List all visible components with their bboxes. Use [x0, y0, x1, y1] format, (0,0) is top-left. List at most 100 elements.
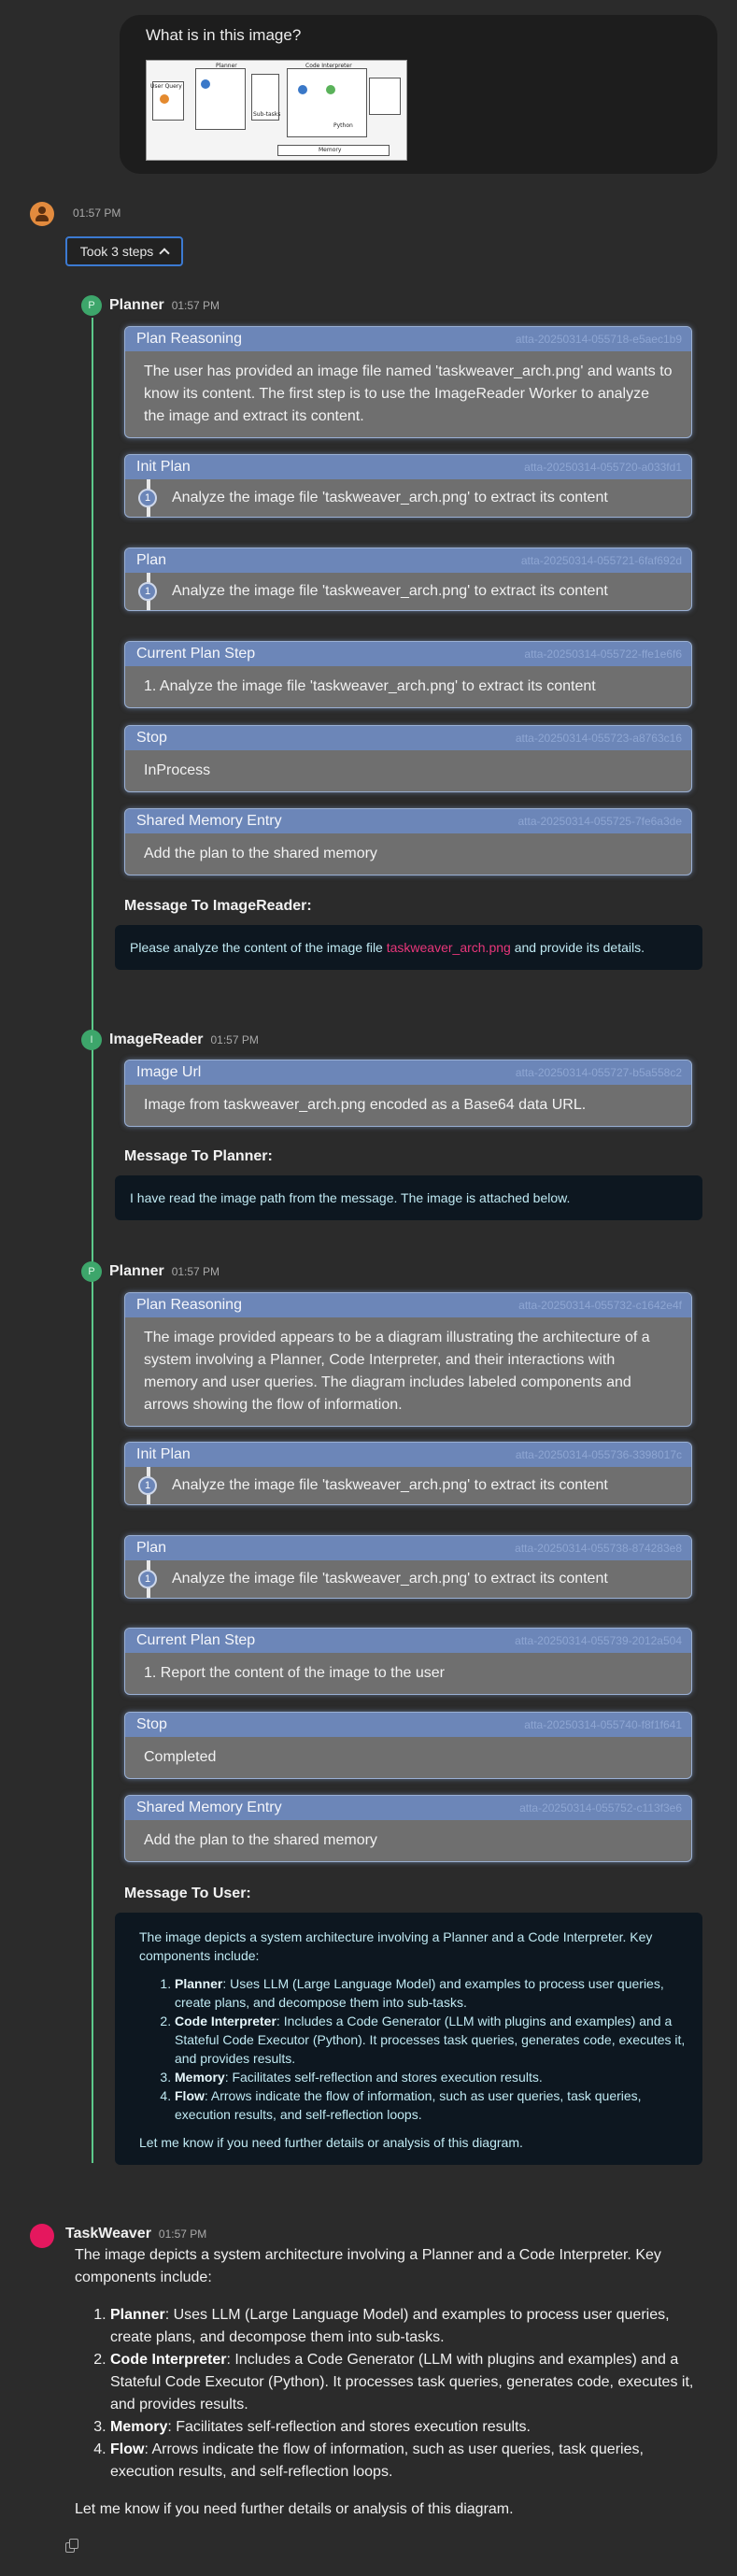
plan-step-text: Analyze the image file 'taskweaver_arch.…	[172, 583, 608, 599]
list-item: Planner: Uses LLM (Large Language Model)…	[175, 1974, 687, 2012]
card-id: atta-20250314-055725-7fe6a3de	[517, 815, 683, 828]
card-shared-memory: Shared Memory Entry atta-20250314-055752-…	[124, 1795, 692, 1862]
sender-time: 01:57 PM	[171, 1265, 220, 1278]
card-id: atta-20250314-055739-2012a504	[515, 1634, 682, 1647]
sender-taskweaver: TaskWeaver 01:57 PM	[65, 2226, 206, 2242]
card-body: 1. Analyze the image file 'taskweaver_ar…	[144, 678, 596, 694]
card-title: Plan	[136, 1540, 167, 1556]
plan-step-number: 1	[138, 582, 157, 601]
card-id: atta-20250314-055736-3398017c	[515, 1448, 682, 1461]
card-id: atta-20250314-055727-b5a558c2	[515, 1066, 682, 1079]
card-stop: Stop atta-20250314-055740-f8f1f641 Comple…	[124, 1712, 692, 1779]
list-item: Memory: Facilitates self-reflection and …	[175, 2068, 687, 2086]
list-text: : Uses LLM (Large Language Model) and ex…	[175, 1976, 664, 2010]
user-question: What is in this image?	[146, 26, 302, 44]
list-term: Memory	[175, 2070, 225, 2085]
timeline-line	[92, 1285, 93, 2163]
assistant-avatar	[30, 202, 54, 226]
message-to-label: Message To ImageReader:	[124, 898, 312, 914]
message-box: I have read the image path from the mess…	[115, 1175, 702, 1220]
card-title: Stop	[136, 1716, 167, 1732]
list-term: Flow	[175, 2088, 205, 2103]
sender-name: Planner	[109, 1263, 164, 1279]
card-title: Current Plan Step	[136, 646, 256, 662]
plan-step-number: 1	[138, 1570, 157, 1588]
thumb-label: Python	[333, 122, 353, 129]
summary-list: Planner: Uses LLM (Large Language Model)…	[139, 1974, 687, 2124]
card-id: atta-20250314-055752-c113f3e6	[519, 1801, 682, 1815]
card-body: Add the plan to the shared memory	[144, 846, 377, 861]
sender-time: 01:57 PM	[210, 1033, 259, 1046]
plan-step-text: Analyze the image file 'taskweaver_arch.…	[172, 1477, 608, 1493]
card-id: atta-20250314-055718-e5aec1b9	[515, 333, 682, 346]
sender-name: TaskWeaver	[65, 2226, 151, 2242]
final-answer: The image depicts a system architecture …	[75, 2244, 710, 2521]
message-box: Please analyze the content of the image …	[115, 925, 702, 970]
thumb-label: Sub-tasks	[253, 111, 281, 118]
attached-image-thumbnail[interactable]: User Query Planner Sub-tasks Code Interp…	[146, 60, 407, 161]
card-title: Image Url	[136, 1064, 202, 1080]
thumb-label: Planner	[216, 63, 237, 69]
card-id: atta-20250314-055723-a8763c16	[515, 732, 682, 745]
card-title: Init Plan	[136, 1446, 191, 1462]
summary-intro: The image depicts a system architecture …	[139, 1929, 653, 1963]
sender-time: 01:57 PM	[171, 299, 220, 312]
card-id: atta-20250314-055722-ffe1e6f6	[524, 648, 682, 661]
list-text: : Facilitates self-reflection and stores…	[167, 2419, 531, 2435]
card-id: atta-20250314-055720-a033fd1	[524, 461, 682, 474]
message-to-label: Message To User:	[124, 1886, 251, 1901]
card-body: The user has provided an image file name…	[144, 363, 673, 424]
card-title: Plan	[136, 552, 167, 568]
list-text: : Arrows indicate the flow of informatio…	[175, 2088, 642, 2122]
plan-step-text: Analyze the image file 'taskweaver_arch.…	[172, 1571, 608, 1587]
card-id: atta-20250314-055721-6faf692d	[520, 554, 682, 567]
sender-planner: P Planner 01:57 PM	[81, 1261, 220, 1282]
card-title: Current Plan Step	[136, 1632, 256, 1648]
card-stop: Stop atta-20250314-055723-a8763c16 InProc…	[124, 725, 692, 792]
copy-icon[interactable]	[65, 2539, 80, 2554]
list-item: Code Interpreter: Includes a Code Genera…	[110, 2349, 710, 2416]
plan-step-number: 1	[138, 489, 157, 507]
card-image-url: Image Url atta-20250314-055727-b5a558c2 I…	[124, 1060, 692, 1127]
card-body: Add the plan to the shared memory	[144, 1832, 377, 1848]
summary-outro: Let me know if you need further details …	[139, 2135, 523, 2150]
card-id: atta-20250314-055738-874283e8	[515, 1542, 682, 1555]
list-text: : Facilitates self-reflection and stores…	[224, 2070, 543, 2085]
message-box: The image depicts a system architecture …	[115, 1913, 702, 2165]
card-current-plan-step: Current Plan Step atta-20250314-055739-20…	[124, 1628, 692, 1695]
card-plan-reasoning: Plan Reasoning atta-20250314-055732-c1642…	[124, 1292, 692, 1427]
file-name-highlight: taskweaver_arch.png	[386, 940, 511, 955]
list-term: Flow	[110, 2441, 145, 2457]
toggle-steps-button[interactable]: Took 3 steps	[65, 236, 183, 266]
planner-avatar: P	[81, 295, 102, 316]
final-outro: Let me know if you need further details …	[75, 2501, 514, 2517]
card-init-plan: Init Plan atta-20250314-055720-a033fd1 1A…	[124, 454, 692, 518]
taskweaver-avatar	[30, 2224, 54, 2248]
card-plan: Plan atta-20250314-055721-6faf692d 1 Analy…	[124, 548, 692, 611]
list-term: Code Interpreter	[110, 2352, 227, 2368]
message-text: Please analyze the content of the image …	[130, 940, 387, 955]
card-title: Plan Reasoning	[136, 331, 242, 347]
message-text: and provide its details.	[510, 940, 645, 955]
card-body: InProcess	[144, 762, 211, 778]
list-term: Code Interpreter	[175, 2014, 276, 2028]
card-id: atta-20250314-055732-c1642e4f	[518, 1299, 682, 1312]
card-body: The image provided appears to be a diagr…	[144, 1330, 650, 1413]
sender-name: Planner	[109, 297, 164, 313]
sender-planner: P Planner 01:57 PM	[81, 295, 220, 316]
list-item: Flow: Arrows indicate the flow of inform…	[110, 2439, 710, 2483]
card-id: atta-20250314-055740-f8f1f641	[524, 1718, 682, 1731]
sender-imagereader: I ImageReader 01:57 PM	[81, 1030, 259, 1050]
card-shared-memory: Shared Memory Entry atta-20250314-055725-…	[124, 808, 692, 875]
card-body: Completed	[144, 1749, 217, 1765]
card-current-plan-step: Current Plan Step atta-20250314-055722-ff…	[124, 641, 692, 708]
card-plan: Plan atta-20250314-055738-874283e8 1 Analy…	[124, 1535, 692, 1599]
card-title: Plan Reasoning	[136, 1297, 242, 1313]
list-term: Planner	[110, 2307, 165, 2323]
card-init-plan: Init Plan atta-20250314-055736-3398017c 1…	[124, 1442, 692, 1505]
list-text: : Arrows indicate the flow of informatio…	[110, 2441, 644, 2480]
card-body: Image from taskweaver_arch.png encoded a…	[144, 1097, 587, 1113]
list-item: Memory: Facilitates self-reflection and …	[110, 2416, 710, 2439]
plan-step-number: 1	[138, 1476, 157, 1495]
card-title: Shared Memory Entry	[136, 813, 282, 829]
